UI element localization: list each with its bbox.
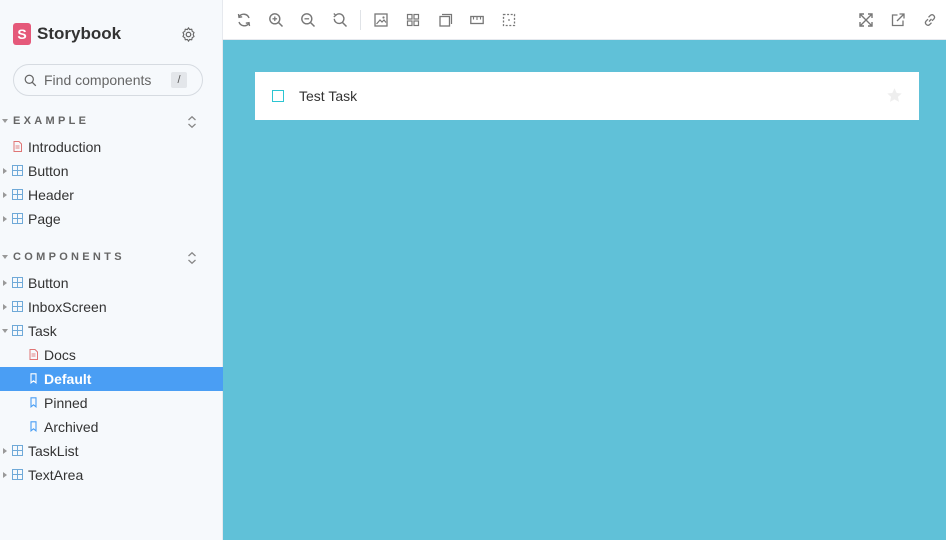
story-preview: Test Task — [223, 40, 946, 540]
sidebar-item-introduction[interactable]: Introduction — [0, 135, 223, 159]
viewport-icon[interactable] — [437, 12, 453, 28]
sidebar-item-task-default[interactable]: Default — [0, 367, 223, 391]
search-icon — [24, 74, 37, 86]
section-example[interactable]: EXAMPLE — [0, 113, 223, 131]
document-icon — [13, 141, 22, 152]
component-icon — [12, 213, 23, 224]
background-image-icon[interactable] — [373, 12, 389, 28]
sidebar-item-label: Introduction — [28, 139, 102, 155]
bookmark-icon — [30, 373, 37, 384]
sidebar-item-label: Default — [44, 371, 92, 387]
sidebar-item-example-button[interactable]: Button — [0, 159, 223, 183]
sidebar-item-header[interactable]: Header — [0, 183, 223, 207]
section-title: COMPONENTS — [13, 251, 125, 263]
task-item[interactable]: Test Task — [255, 72, 919, 120]
chevron-down-icon — [2, 255, 8, 259]
sidebar-item-page[interactable]: Page — [0, 207, 223, 231]
chevron-right-icon — [3, 472, 7, 478]
zoom-reset-icon[interactable] — [332, 12, 348, 28]
fullscreen-icon[interactable] — [858, 12, 874, 28]
sidebar-item-label: InboxScreen — [28, 299, 107, 315]
expand-collapse-icon[interactable] — [186, 251, 198, 265]
star-icon[interactable] — [886, 87, 903, 104]
brand-name: Storybook — [37, 24, 122, 43]
bookmark-icon — [30, 421, 37, 432]
sidebar-item-label: Button — [28, 163, 69, 179]
measure-icon[interactable] — [469, 12, 485, 28]
component-icon — [12, 469, 23, 480]
sidebar-item-tasklist[interactable]: TaskList — [0, 439, 223, 463]
component-icon — [12, 189, 23, 200]
search-input[interactable] — [44, 72, 164, 88]
chevron-right-icon — [3, 168, 7, 174]
sidebar-item-task-docs[interactable]: Docs — [0, 343, 223, 367]
toolbar-divider — [360, 10, 361, 30]
sidebar-item-label: Button — [28, 275, 69, 291]
section-title: EXAMPLE — [13, 115, 90, 127]
component-icon — [12, 301, 23, 312]
sidebar-item-label: TaskList — [28, 443, 79, 459]
expand-collapse-icon[interactable] — [186, 115, 198, 129]
component-icon — [12, 445, 23, 456]
search-box[interactable]: / — [13, 64, 203, 96]
zoom-out-icon[interactable] — [300, 12, 316, 28]
chevron-right-icon — [3, 280, 7, 286]
chevron-right-icon — [3, 216, 7, 222]
sidebar-item-label: Task — [28, 323, 57, 339]
chevron-right-icon — [3, 448, 7, 454]
sidebar-item-label: Header — [28, 187, 74, 203]
chevron-right-icon — [3, 192, 7, 198]
sidebar-item-label: Archived — [44, 419, 99, 435]
brand[interactable]: S Storybook — [13, 23, 121, 45]
sidebar-item-label: Page — [28, 211, 61, 227]
sidebar-item-task-pinned[interactable]: Pinned — [0, 391, 223, 415]
zoom-in-icon[interactable] — [268, 12, 284, 28]
search-shortcut-badge: / — [171, 72, 187, 88]
section-components[interactable]: COMPONENTS — [0, 249, 223, 267]
sidebar-item-task[interactable]: Task — [0, 319, 223, 343]
component-icon — [12, 325, 23, 336]
storybook-app: S Storybook / EXAMPLE — [0, 0, 946, 540]
document-icon — [29, 349, 38, 360]
sidebar-item-task-archived[interactable]: Archived — [0, 415, 223, 439]
grid-icon[interactable] — [405, 12, 421, 28]
chevron-down-icon — [2, 329, 8, 333]
sidebar-item-label: TextArea — [28, 467, 84, 483]
task-title: Test Task — [299, 88, 358, 104]
storybook-logo-icon: S — [13, 23, 31, 45]
chevron-right-icon — [3, 304, 7, 310]
gear-icon[interactable] — [180, 26, 197, 43]
sidebar-item-inboxscreen[interactable]: InboxScreen — [0, 295, 223, 319]
bookmark-icon — [30, 397, 37, 408]
toolbar — [223, 0, 946, 40]
task-checkbox[interactable] — [272, 90, 284, 102]
sidebar-item-label: Docs — [44, 347, 76, 363]
chevron-down-icon — [2, 119, 8, 123]
reload-icon[interactable] — [236, 12, 252, 28]
outline-icon[interactable] — [501, 12, 517, 28]
component-icon — [12, 277, 23, 288]
sidebar-item-textarea[interactable]: TextArea — [0, 463, 223, 487]
component-icon — [12, 165, 23, 176]
sidebar-item-button[interactable]: Button — [0, 271, 223, 295]
sidebar-item-label: Pinned — [44, 395, 88, 411]
copy-link-icon[interactable] — [922, 12, 938, 28]
open-new-tab-icon[interactable] — [890, 12, 906, 28]
sidebar: S Storybook / EXAMPLE — [0, 0, 223, 540]
